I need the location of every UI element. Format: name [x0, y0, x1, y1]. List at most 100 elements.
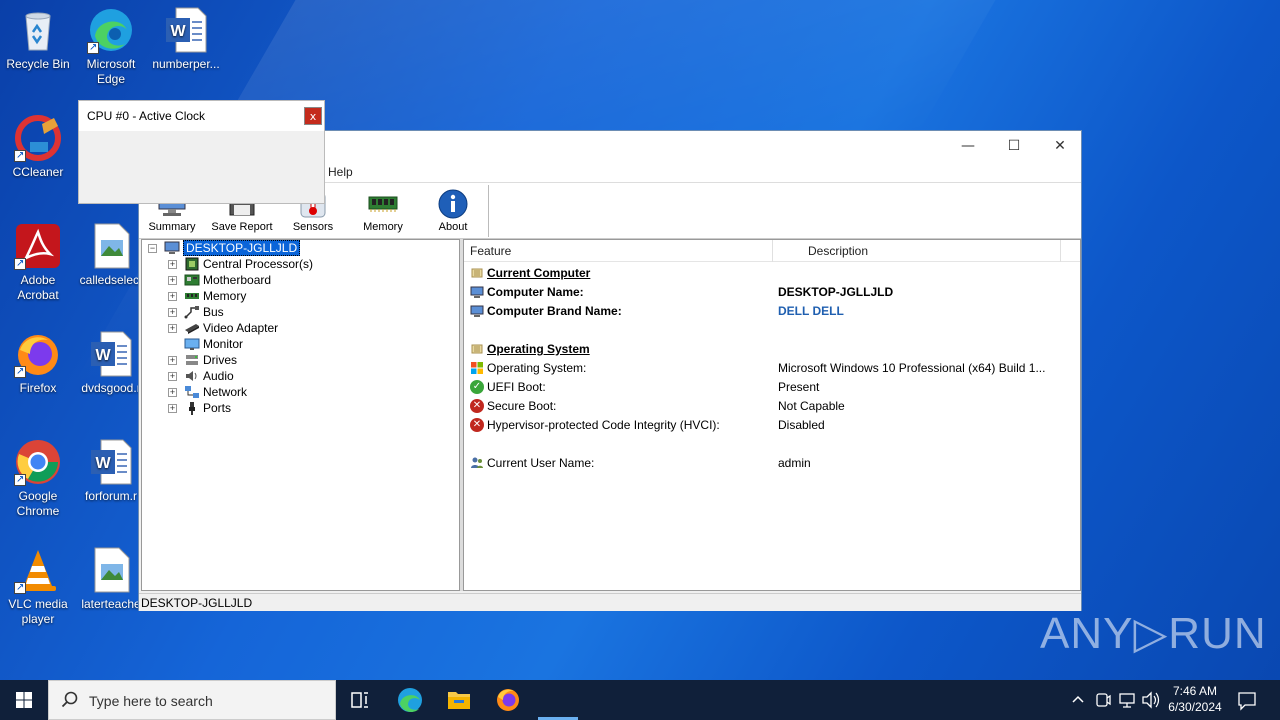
- desktop-icon-google-chrome[interactable]: Google Chrome: [0, 438, 76, 519]
- expand-toggle[interactable]: +: [168, 324, 177, 333]
- tray-network[interactable]: [1116, 680, 1138, 720]
- expand-toggle[interactable]: +: [168, 292, 177, 301]
- shortcut-arrow-icon: [14, 148, 26, 163]
- list-row[interactable]: Computer Name: DESKTOP-JGLLJLD: [464, 283, 1080, 302]
- video-card-icon: [184, 321, 200, 335]
- expand-toggle[interactable]: +: [168, 372, 177, 381]
- tree-item-label: Network: [203, 385, 248, 399]
- user-icon: [470, 456, 484, 470]
- tray-overflow-button[interactable]: [1066, 680, 1090, 720]
- desktop-icon-numberper[interactable]: W numberper...: [148, 6, 224, 72]
- list-row[interactable]: Operating System: [464, 340, 1080, 359]
- minimize-button[interactable]: —: [945, 131, 991, 161]
- desktop-icon-recycle-bin[interactable]: Recycle Bin: [0, 6, 76, 72]
- tree-item-label: Central Processor(s): [203, 257, 314, 271]
- column-divider[interactable]: [1060, 240, 1061, 262]
- speaker-icon: [184, 369, 200, 383]
- google-chrome-icon: [14, 438, 62, 487]
- tray-volume[interactable]: [1140, 680, 1162, 720]
- about-button[interactable]: About: [420, 187, 486, 237]
- microsoft-edge-icon: [398, 688, 422, 712]
- windows-logo-icon: [470, 361, 484, 375]
- desktop-icon-vlc[interactable]: VLC media player: [0, 546, 76, 627]
- list-row[interactable]: ✓ UEFI Boot: Present: [464, 378, 1080, 397]
- maximize-button[interactable]: ☐: [991, 131, 1037, 161]
- taskbar: Type here to search 7:46 AM 6/30/2024: [0, 680, 1280, 720]
- expand-toggle[interactable]: +: [168, 404, 177, 413]
- tree-item-monitor[interactable]: Monitor: [184, 336, 243, 352]
- shortcut-arrow-icon: [14, 580, 26, 595]
- feature-label: Current User Name:: [487, 456, 595, 470]
- desktop-icon-label: Firefox: [19, 381, 57, 395]
- column-header-description[interactable]: Description: [808, 244, 868, 258]
- watermark-logo: ANY▷RUN: [1040, 609, 1267, 658]
- word-document-icon: W: [87, 330, 135, 378]
- list-row[interactable]: Current User Name: admin: [464, 454, 1080, 473]
- desktop-icon-label: Recycle Bin: [6, 57, 70, 71]
- windows-logo-icon: [16, 692, 32, 708]
- desktop-icon-ccleaner[interactable]: CCleaner: [0, 114, 76, 180]
- menu-help[interactable]: Help: [328, 165, 353, 179]
- column-header-feature[interactable]: Feature: [470, 244, 511, 258]
- task-view-icon: [351, 692, 368, 708]
- memory-button[interactable]: Memory: [350, 187, 416, 237]
- popup-close-button[interactable]: x: [304, 107, 322, 125]
- summary-label: Summary: [148, 221, 196, 233]
- popup-titlebar[interactable]: CPU #0 - Active Clock x: [79, 101, 324, 131]
- collapse-toggle[interactable]: −: [148, 244, 157, 253]
- tree-item-label: Motherboard: [203, 273, 272, 287]
- section-operating-system: Operating System: [487, 342, 590, 356]
- desktop-icon-label: Google Chrome: [16, 489, 60, 518]
- drive-icon: [184, 353, 200, 367]
- os-value: Microsoft Windows 10 Professional (x64) …: [778, 361, 1046, 375]
- expand-toggle[interactable]: +: [168, 356, 177, 365]
- popup-title: CPU #0 - Active Clock: [87, 109, 206, 123]
- taskbar-search-box[interactable]: Type here to search: [48, 680, 336, 720]
- desktop-icon-label: Adobe Acrobat: [17, 273, 59, 302]
- feature-label: Operating System:: [487, 361, 587, 375]
- taskbar-clock[interactable]: 7:46 AM 6/30/2024: [1160, 683, 1230, 715]
- details-list: Feature Description Current Computer Com…: [463, 239, 1081, 591]
- desktop-icon-label: Microsoft Edge: [86, 57, 136, 86]
- expand-toggle[interactable]: +: [168, 388, 177, 397]
- brand-name-link[interactable]: DELL DELL: [778, 302, 844, 321]
- bus-icon: [184, 305, 200, 319]
- vlc-cone-icon: [14, 546, 62, 595]
- tray-meet-now[interactable]: [1092, 680, 1114, 720]
- taskbar-edge[interactable]: [386, 680, 434, 720]
- taskbar-firefox[interactable]: [484, 680, 532, 720]
- expand-toggle[interactable]: +: [168, 276, 177, 285]
- network-icon: [184, 385, 200, 399]
- desktop-icon-adobe-acrobat[interactable]: Adobe Acrobat: [0, 222, 76, 303]
- sensors-label: Sensors: [292, 221, 334, 233]
- taskbar-active-app[interactable]: [534, 680, 582, 720]
- desktop-icon-firefox[interactable]: Firefox: [0, 330, 76, 396]
- desktop-icon-label: VLC media player: [8, 597, 68, 626]
- clock-date: 6/30/2024: [1168, 700, 1222, 714]
- list-row[interactable]: Current Computer: [464, 264, 1080, 283]
- list-row[interactable]: Operating System: Microsoft Windows 10 P…: [464, 359, 1080, 378]
- word-document-icon: W: [162, 6, 210, 54]
- notification-icon: [1238, 692, 1256, 711]
- list-row[interactable]: ✕ Hypervisor-protected Code Integrity (HV…: [464, 416, 1080, 435]
- taskbar-file-explorer[interactable]: [435, 680, 483, 720]
- task-view-button[interactable]: [336, 680, 384, 720]
- desktop-icon-microsoft-edge[interactable]: Microsoft Edge: [73, 6, 149, 87]
- action-center-button[interactable]: [1232, 680, 1262, 720]
- computer-name-value: DESKTOP-JGLLJLD: [778, 285, 894, 299]
- expand-toggle[interactable]: +: [168, 260, 177, 269]
- list-row[interactable]: ✕ Secure Boot: Not Capable: [464, 397, 1080, 416]
- tree-item-label: Memory: [203, 289, 247, 303]
- feature-label: Hypervisor-protected Code Integrity (HVC…: [487, 418, 720, 432]
- list-row[interactable]: Computer Brand Name: DELL DELL: [464, 302, 1080, 321]
- desktop-icon-label: CCleaner: [12, 165, 64, 179]
- close-button[interactable]: ✕: [1037, 131, 1083, 161]
- chevron-up-icon: [1072, 695, 1084, 703]
- folder-icon: [448, 692, 470, 709]
- feature-label: Computer Brand Name:: [487, 304, 622, 318]
- expand-toggle[interactable]: +: [168, 308, 177, 317]
- start-button[interactable]: [0, 680, 48, 720]
- image-file-icon: [87, 222, 135, 270]
- adobe-acrobat-icon: [14, 222, 62, 271]
- column-divider[interactable]: [772, 240, 773, 262]
